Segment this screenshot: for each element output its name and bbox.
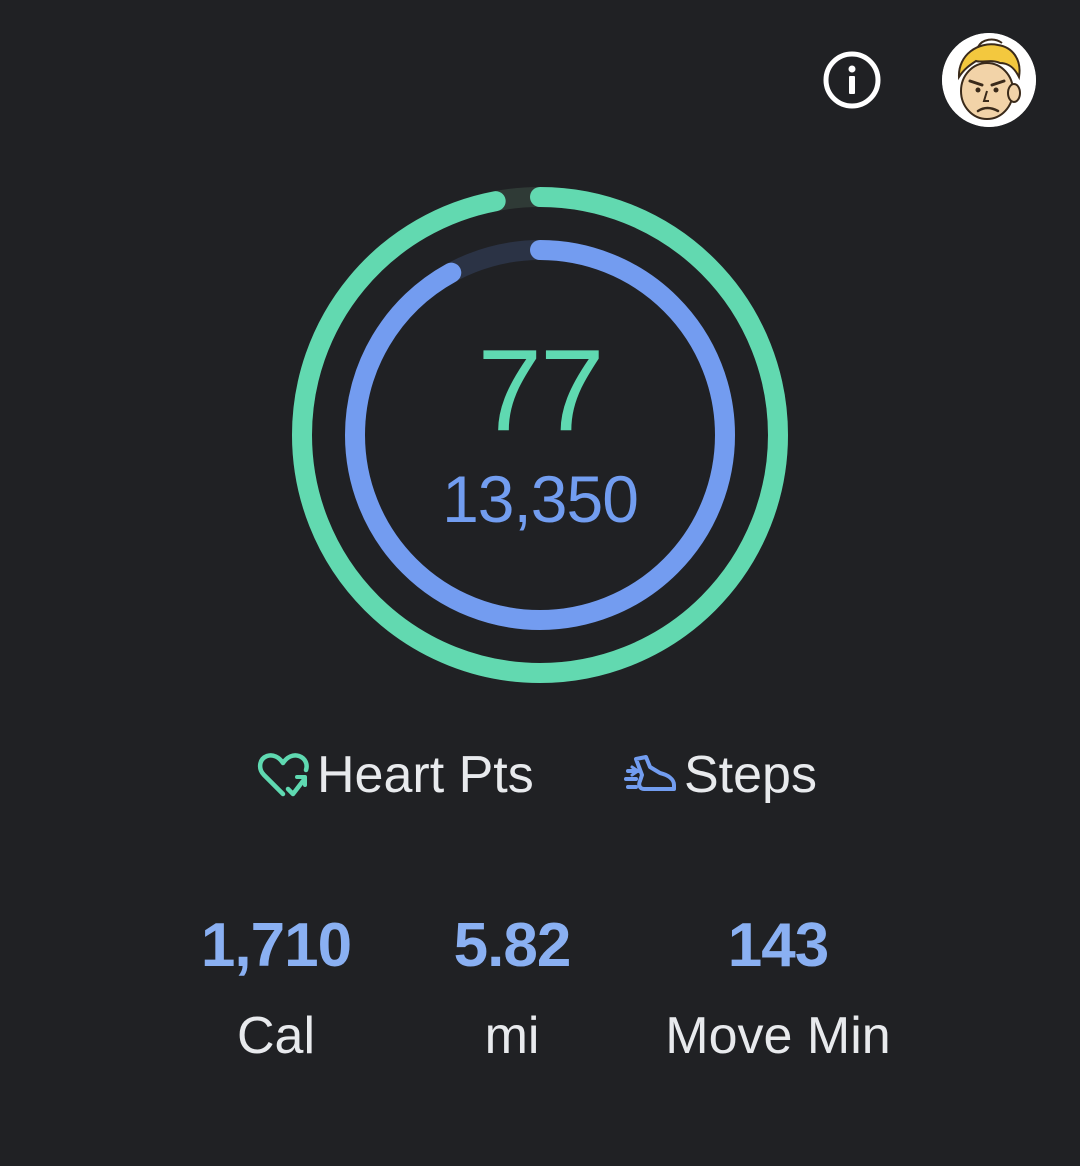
distance-stat: 5.82 mi	[432, 910, 592, 1066]
info-button[interactable]	[820, 48, 884, 112]
heart-points-value: 77	[477, 325, 604, 455]
fit-home-screen: { "header": { "info_icon": "info-icon", …	[0, 0, 1080, 1166]
calories-stat: 1,710 Cal	[196, 910, 356, 1066]
heart-points-legend[interactable]: Heart Pts	[255, 745, 534, 805]
move-minutes-stat: 143 Move Min	[640, 910, 916, 1066]
calories-unit: Cal	[236, 1007, 316, 1065]
heart-refresh-icon	[257, 753, 309, 797]
steps-legend[interactable]: Steps	[622, 745, 817, 805]
profile-avatar-button[interactable]	[942, 33, 1036, 127]
shoe-icon	[624, 755, 676, 791]
calories-value: 1,710	[200, 911, 352, 980]
steps-label: Steps	[684, 746, 817, 804]
move-minutes-unit: Move Min	[665, 1007, 891, 1065]
move-minutes-value: 143	[727, 911, 829, 980]
distance-unit: mi	[484, 1007, 540, 1065]
distance-value: 5.82	[453, 911, 572, 980]
avatar	[942, 33, 1036, 127]
info-icon	[823, 51, 881, 109]
steps-value: 13,350	[442, 462, 639, 536]
heart-points-label: Heart Pts	[317, 746, 534, 804]
